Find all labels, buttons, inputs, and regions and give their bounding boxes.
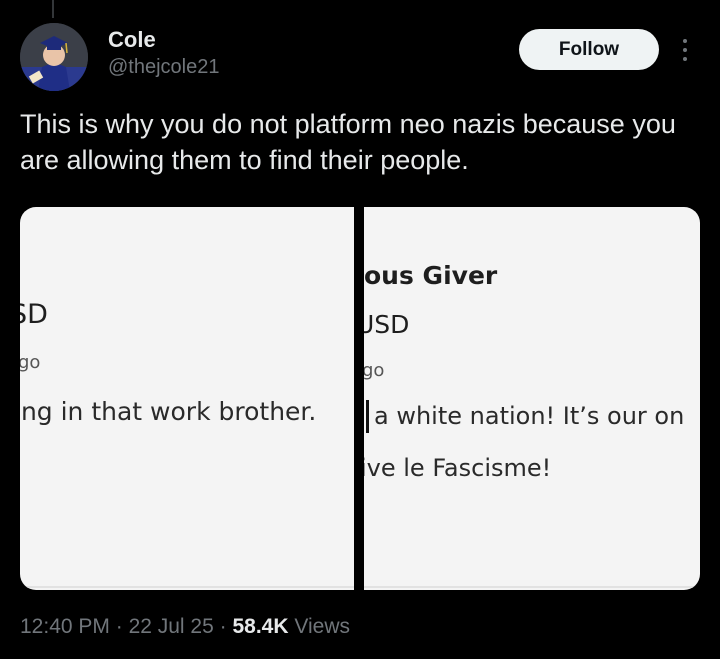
dot — [683, 48, 687, 52]
views-label: Views — [288, 615, 350, 638]
screenshot-donor-title: ous Giver — [364, 261, 498, 290]
post-time[interactable]: 12:40 PM — [20, 615, 110, 638]
more-options-icon[interactable] — [676, 36, 694, 64]
thread-connector-line — [52, 0, 54, 18]
post-date[interactable]: 22 Jul 25 — [129, 615, 214, 638]
separator: · — [213, 615, 233, 638]
tweet-metadata: 12:40 PM · 22 Jul 25 · 58.4K Views — [20, 615, 350, 639]
screenshot-currency: JSD — [20, 299, 48, 330]
screenshot-message: ing in that work brother. — [20, 397, 317, 426]
screenshot-time-ago: go — [364, 360, 385, 381]
author-handle[interactable]: @thejcole21 — [108, 56, 219, 79]
media-image-left[interactable]: JSD go ing in that work brother. — [20, 207, 354, 590]
media-image-right[interactable]: ous Giver USD go a white nation! It’s ou… — [364, 207, 700, 590]
screenshot-time-ago: go — [20, 352, 41, 373]
avatar[interactable] — [20, 23, 88, 91]
tweet-text: This is why you do not platform neo nazi… — [20, 109, 676, 175]
views-count[interactable]: 58.4K — [232, 615, 288, 638]
tweet-media[interactable]: JSD go ing in that work brother. ous Giv… — [20, 207, 700, 590]
follow-button[interactable]: Follow — [519, 29, 659, 70]
dot — [683, 39, 687, 43]
media-divider — [354, 207, 364, 590]
screenshot-message-line: a white nation! It’s our on — [374, 402, 685, 430]
divider — [20, 586, 354, 588]
dot — [683, 57, 687, 61]
text-cursor — [366, 400, 369, 433]
divider — [364, 586, 700, 588]
author-name[interactable]: Cole — [108, 27, 156, 53]
separator: · — [109, 615, 129, 638]
graduate-avatar-icon — [20, 23, 88, 91]
screenshot-message-line: ive le Fascisme! — [364, 454, 552, 482]
screenshot-currency: USD — [364, 310, 410, 339]
